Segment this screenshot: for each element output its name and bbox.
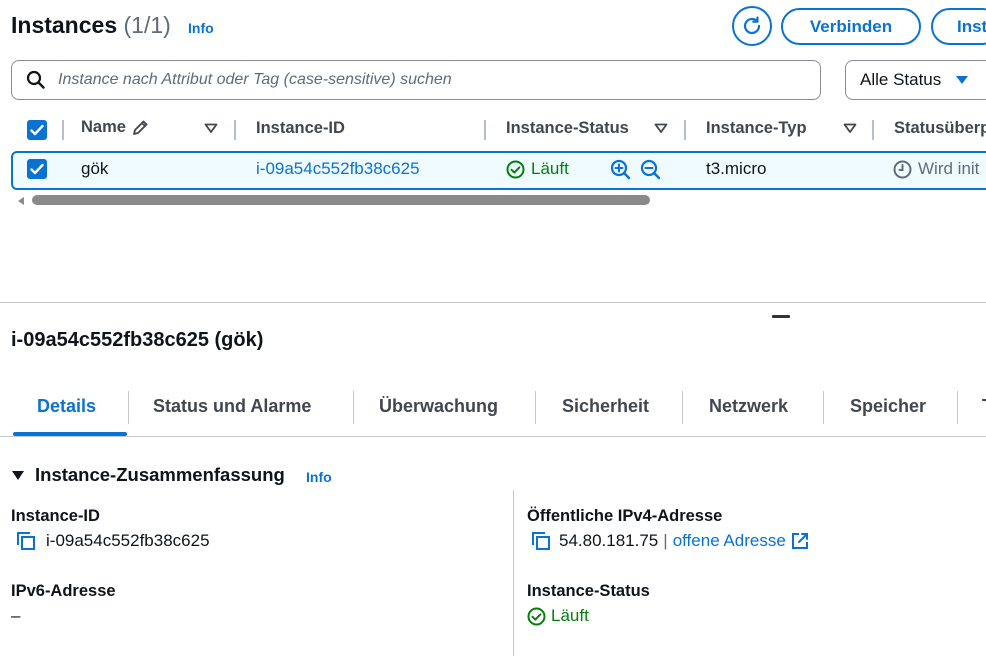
public-ipv4-value: 54.80.181.75 | offene Adresse bbox=[531, 531, 809, 551]
refresh-button[interactable] bbox=[732, 6, 772, 46]
instance-state-text: Läuft bbox=[531, 159, 569, 178]
tab-details[interactable]: Details bbox=[37, 396, 96, 417]
column-divider bbox=[234, 120, 236, 140]
sort-caret-icon[interactable] bbox=[654, 121, 668, 135]
value-separator: | bbox=[663, 531, 668, 550]
column-header-status-check[interactable]: Statusüberp bbox=[894, 119, 986, 138]
column-divider bbox=[872, 120, 874, 140]
tab-network[interactable]: Netzwerk bbox=[709, 396, 788, 417]
column-header-name[interactable]: Name bbox=[81, 118, 149, 137]
column-header-instance-status[interactable]: Instance-Status bbox=[506, 119, 629, 138]
status-filter-select[interactable]: Alle Status bbox=[845, 60, 986, 100]
instance-state-value: Läuft bbox=[527, 606, 589, 626]
sort-caret-icon[interactable] bbox=[204, 121, 218, 135]
info-link[interactable]: Info bbox=[188, 20, 214, 36]
instance-state-button[interactable]: Inst bbox=[931, 8, 986, 45]
search-input[interactable] bbox=[58, 71, 758, 89]
copy-icon[interactable] bbox=[16, 531, 36, 551]
tab-security[interactable]: Sicherheit bbox=[562, 396, 649, 417]
public-ipv4-text: 54.80.181.75 bbox=[559, 531, 659, 550]
table-row[interactable] bbox=[11, 151, 986, 190]
connect-button[interactable]: Verbinden bbox=[781, 8, 921, 45]
tab-separator bbox=[128, 391, 129, 424]
section-info-link[interactable]: Info bbox=[306, 469, 332, 485]
instance-state-label: Instance-Status bbox=[527, 582, 650, 600]
instance-id-value: i-09a54c552fb38c625 bbox=[16, 531, 210, 551]
edit-pencil-icon bbox=[133, 120, 148, 135]
zoom-in-icon[interactable] bbox=[610, 159, 631, 180]
instance-id-text: i-09a54c552fb38c625 bbox=[46, 531, 210, 550]
page-title-text: Instances bbox=[11, 12, 118, 38]
status-filter-value: Alle Status bbox=[860, 70, 942, 89]
column-label: Name bbox=[81, 118, 126, 136]
public-ipv4-label: Öffentliche IPv4-Adresse bbox=[527, 507, 723, 525]
tab-separator bbox=[353, 391, 354, 424]
tab-separator bbox=[957, 391, 958, 424]
cell-instance-state: Läuft bbox=[506, 159, 569, 179]
split-panel-divider bbox=[0, 302, 986, 303]
instance-id-label: Instance-ID bbox=[11, 507, 100, 525]
column-divider bbox=[684, 120, 686, 140]
search-icon bbox=[26, 70, 45, 89]
refresh-icon bbox=[743, 16, 761, 35]
open-address-link[interactable]: offene Adresse bbox=[673, 531, 786, 551]
tab-separator bbox=[682, 391, 683, 424]
copy-icon[interactable] bbox=[531, 531, 551, 551]
section-title-text: Instance-Zusammenfassung bbox=[35, 464, 285, 485]
column-divider bbox=[513, 490, 514, 656]
column-divider bbox=[62, 120, 64, 140]
tab-monitoring[interactable]: Überwachung bbox=[379, 396, 498, 417]
cell-name: gök bbox=[81, 159, 109, 178]
search-bar[interactable] bbox=[11, 60, 821, 100]
tab-status-alarms[interactable]: Status und Alarme bbox=[153, 396, 311, 417]
caret-down-icon bbox=[956, 76, 969, 84]
cell-instance-type: t3.micro bbox=[706, 159, 767, 178]
row-checkbox[interactable] bbox=[27, 159, 47, 179]
caret-down-icon bbox=[12, 471, 24, 480]
split-panel-handle[interactable] bbox=[772, 315, 790, 318]
ipv6-value: – bbox=[11, 606, 21, 625]
tab-separator bbox=[535, 391, 536, 424]
column-divider bbox=[484, 120, 486, 140]
tab-tags[interactable]: T bbox=[982, 396, 986, 417]
detail-panel-title: i-09a54c552fb38c625 (gök) bbox=[11, 329, 264, 351]
check-circle-icon bbox=[527, 607, 546, 625]
zoom-out-icon[interactable] bbox=[640, 159, 661, 180]
cell-instance-id-link[interactable]: i-09a54c552fb38c625 bbox=[256, 159, 420, 179]
instance-count: (1/1) bbox=[123, 12, 171, 38]
status-check-text: Wird init bbox=[918, 159, 980, 178]
external-link-icon[interactable] bbox=[791, 532, 809, 550]
tab-separator bbox=[823, 391, 824, 424]
instance-state-value-text: Läuft bbox=[551, 606, 589, 625]
sort-caret-icon[interactable] bbox=[843, 121, 857, 135]
check-icon bbox=[30, 124, 44, 136]
page-title: Instances (1/1) bbox=[11, 12, 171, 39]
tabs-border bbox=[0, 436, 986, 437]
select-all-checkbox[interactable] bbox=[27, 120, 47, 140]
horizontal-scrollbar-thumb[interactable] bbox=[32, 195, 650, 205]
check-circle-icon bbox=[506, 160, 525, 178]
scroll-left-arrow-icon[interactable] bbox=[16, 196, 26, 206]
column-header-instance-id[interactable]: Instance-ID bbox=[256, 119, 345, 138]
tab-storage[interactable]: Speicher bbox=[850, 396, 926, 417]
cell-status-check: Wird init bbox=[893, 159, 979, 179]
clock-icon bbox=[893, 160, 912, 178]
check-icon bbox=[30, 163, 44, 175]
ipv6-label: IPv6-Adresse bbox=[11, 582, 116, 600]
column-header-instance-type[interactable]: Instance-Typ bbox=[706, 119, 807, 138]
section-toggle-instance-summary[interactable]: Instance-Zusammenfassung bbox=[11, 464, 285, 486]
